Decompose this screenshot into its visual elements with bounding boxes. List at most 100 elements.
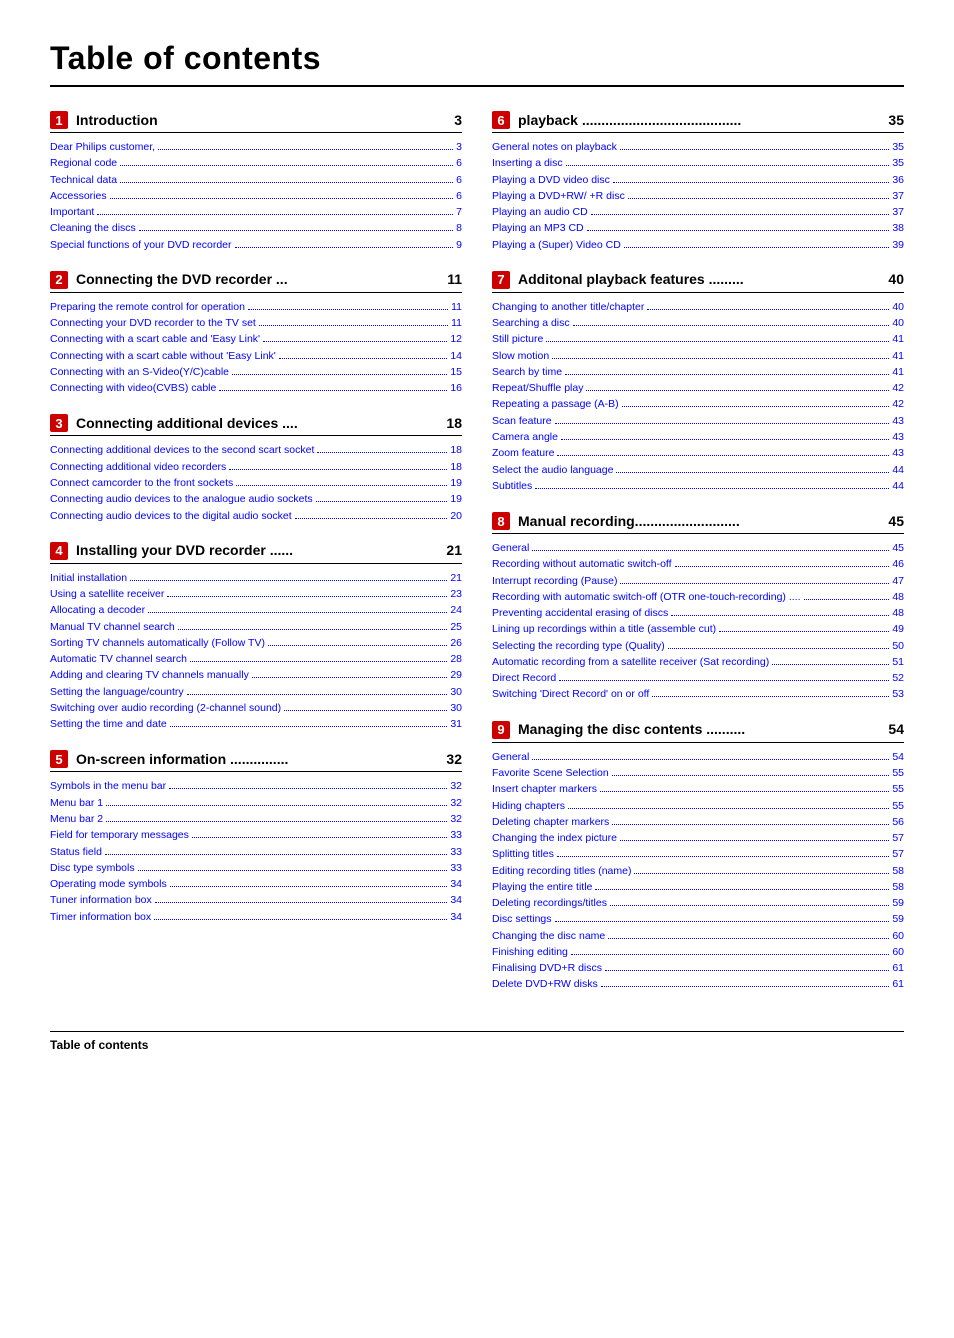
toc-entry[interactable]: Playing a DVD video disc36	[492, 172, 904, 188]
toc-entry[interactable]: Playing the entire title58	[492, 879, 904, 895]
toc-entry[interactable]: Connecting additional devices to the sec…	[50, 442, 462, 458]
toc-entry[interactable]: Splitting titles57	[492, 846, 904, 862]
toc-entry[interactable]: Timer information box34	[50, 909, 462, 925]
section-title: playback ...............................…	[518, 112, 882, 128]
toc-entry-text: Field for temporary messages	[50, 827, 189, 843]
toc-entry[interactable]: General45	[492, 540, 904, 556]
toc-entry[interactable]: Selecting the recording type (Quality)50	[492, 638, 904, 654]
toc-entry[interactable]: Select the audio language44	[492, 462, 904, 478]
toc-entry[interactable]: Dear Philips customer,3	[50, 139, 462, 155]
toc-entry[interactable]: Finishing editing60	[492, 944, 904, 960]
toc-entry[interactable]: Cleaning the discs8	[50, 220, 462, 236]
toc-entry[interactable]: Search by time41	[492, 364, 904, 380]
toc-entry[interactable]: Disc settings59	[492, 911, 904, 927]
toc-entry[interactable]: Symbols in the menu bar32	[50, 778, 462, 794]
toc-entry[interactable]: Searching a disc40	[492, 315, 904, 331]
toc-entry[interactable]: Hiding chapters55	[492, 798, 904, 814]
toc-entry[interactable]: Playing an MP3 CD38	[492, 220, 904, 236]
toc-entry[interactable]: Technical data6	[50, 172, 462, 188]
toc-dots	[138, 870, 448, 871]
toc-entry-page: 6	[456, 155, 462, 171]
toc-dots	[586, 390, 889, 391]
toc-entry[interactable]: Sorting TV channels automatically (Follo…	[50, 635, 462, 651]
toc-entry[interactable]: Setting the language/country30	[50, 684, 462, 700]
toc-entry[interactable]: Changing the disc name60	[492, 928, 904, 944]
toc-section: 7Additonal playback features .........40…	[492, 271, 904, 494]
toc-entry[interactable]: Repeat/Shuffle play42	[492, 380, 904, 396]
toc-entry-text: Disc type symbols	[50, 860, 135, 876]
toc-entry[interactable]: Connecting audio devices to the analogue…	[50, 491, 462, 507]
toc-entry[interactable]: Special functions of your DVD recorder9	[50, 237, 462, 253]
toc-entry[interactable]: Deleting chapter markers56	[492, 814, 904, 830]
toc-entry[interactable]: Setting the time and date31	[50, 716, 462, 732]
toc-entry[interactable]: Interrupt recording (Pause)47	[492, 573, 904, 589]
toc-entry[interactable]: General54	[492, 749, 904, 765]
toc-dots	[555, 423, 890, 424]
toc-entry[interactable]: Accessories6	[50, 188, 462, 204]
section-header: 2Connecting the DVD recorder ...11	[50, 271, 462, 293]
toc-entry[interactable]: Tuner information box34	[50, 892, 462, 908]
toc-entry[interactable]: Editing recording titles (name)58	[492, 863, 904, 879]
toc-entry[interactable]: Lining up recordings within a title (ass…	[492, 621, 904, 637]
toc-entry[interactable]: Status field33	[50, 844, 462, 860]
toc-entry[interactable]: Scan feature43	[492, 413, 904, 429]
toc-entry[interactable]: Insert chapter markers55	[492, 781, 904, 797]
toc-entry[interactable]: Inserting a disc35	[492, 155, 904, 171]
toc-entry[interactable]: Connecting with a scart cable without 'E…	[50, 348, 462, 364]
toc-entry[interactable]: Slow motion41	[492, 348, 904, 364]
toc-entry[interactable]: Field for temporary messages33	[50, 827, 462, 843]
toc-entry[interactable]: Preparing the remote control for operati…	[50, 299, 462, 315]
toc-entry[interactable]: Connecting with an S-Video(Y/C)cable15	[50, 364, 462, 380]
toc-entry[interactable]: Playing a (Super) Video CD39	[492, 237, 904, 253]
toc-entry[interactable]: Connecting with video(CVBS) cable16	[50, 380, 462, 396]
toc-entry[interactable]: Recording with automatic switch-off (OTR…	[492, 589, 904, 605]
toc-entry-page: 25	[450, 619, 462, 635]
toc-entry[interactable]: Connecting audio devices to the digital …	[50, 508, 462, 524]
toc-entry[interactable]: Subtitles44	[492, 478, 904, 494]
toc-entry[interactable]: Allocating a decoder24	[50, 602, 462, 618]
toc-entry[interactable]: Repeating a passage (A-B)42	[492, 396, 904, 412]
toc-entry[interactable]: Finalising DVD+R discs61	[492, 960, 904, 976]
toc-entry[interactable]: Direct Record52	[492, 670, 904, 686]
toc-entry[interactable]: Menu bar 132	[50, 795, 462, 811]
toc-entry[interactable]: Manual TV channel search25	[50, 619, 462, 635]
toc-entry[interactable]: Connecting with a scart cable and 'Easy …	[50, 331, 462, 347]
toc-entry-text: Zoom feature	[492, 445, 554, 461]
toc-entry[interactable]: Operating mode symbols34	[50, 876, 462, 892]
toc-entry[interactable]: Using a satellite receiver23	[50, 586, 462, 602]
toc-entry[interactable]: Deleting recordings/titles59	[492, 895, 904, 911]
toc-entry[interactable]: Playing an audio CD37	[492, 204, 904, 220]
toc-entry[interactable]: Camera angle43	[492, 429, 904, 445]
toc-entry[interactable]: Still picture41	[492, 331, 904, 347]
toc-entry-page: 16	[450, 380, 462, 396]
toc-entry[interactable]: Switching 'Direct Record' on or off53	[492, 686, 904, 702]
toc-entry-text: Still picture	[492, 331, 543, 347]
toc-dots	[616, 472, 889, 473]
toc-entry[interactable]: Adding and clearing TV channels manually…	[50, 667, 462, 683]
toc-entry[interactable]: Zoom feature43	[492, 445, 904, 461]
toc-entry[interactable]: Recording without automatic switch-off46	[492, 556, 904, 572]
toc-entry[interactable]: Connecting additional video recorders18	[50, 459, 462, 475]
toc-entry[interactable]: Connecting your DVD recorder to the TV s…	[50, 315, 462, 331]
toc-entry[interactable]: Automatic recording from a satellite rec…	[492, 654, 904, 670]
toc-entry[interactable]: Changing to another title/chapter40	[492, 299, 904, 315]
toc-entry-page: 55	[892, 781, 904, 797]
toc-entry[interactable]: Playing a DVD+RW/ +R disc37	[492, 188, 904, 204]
toc-entry[interactable]: Regional code6	[50, 155, 462, 171]
toc-dots	[552, 358, 889, 359]
toc-entry[interactable]: Preventing accidental erasing of discs48	[492, 605, 904, 621]
toc-entry[interactable]: Favorite Scene Selection55	[492, 765, 904, 781]
toc-entry[interactable]: Connect camcorder to the front sockets19	[50, 475, 462, 491]
toc-entry[interactable]: Changing the index picture57	[492, 830, 904, 846]
toc-entry[interactable]: General notes on playback35	[492, 139, 904, 155]
toc-entry-text: Connecting with a scart cable and 'Easy …	[50, 331, 260, 347]
toc-entry[interactable]: Important7	[50, 204, 462, 220]
toc-entry-page: 59	[892, 911, 904, 927]
toc-entry[interactable]: Delete DVD+RW disks61	[492, 976, 904, 992]
toc-entry[interactable]: Switching over audio recording (2-channe…	[50, 700, 462, 716]
toc-entry[interactable]: Automatic TV channel search28	[50, 651, 462, 667]
toc-entry[interactable]: Initial installation21	[50, 570, 462, 586]
toc-entry[interactable]: Disc type symbols33	[50, 860, 462, 876]
toc-entry-page: 57	[892, 846, 904, 862]
toc-entry[interactable]: Menu bar 232	[50, 811, 462, 827]
